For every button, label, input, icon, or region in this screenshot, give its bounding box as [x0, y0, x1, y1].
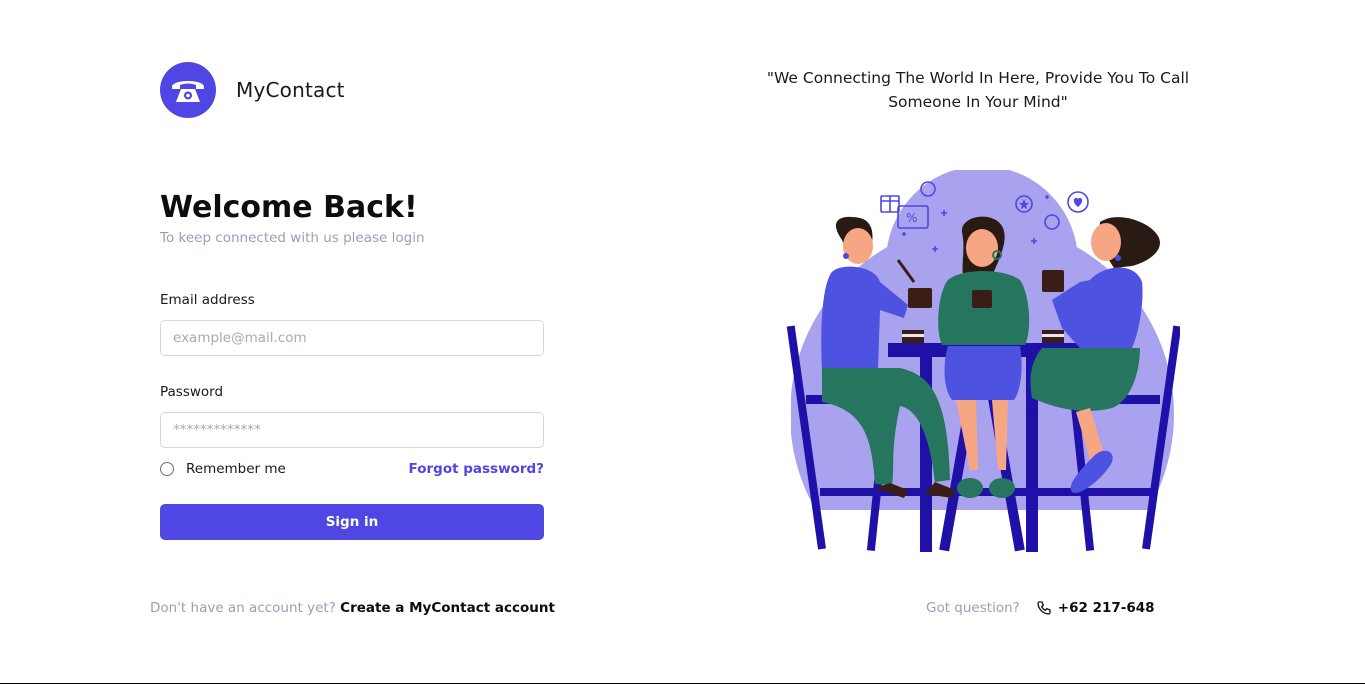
remember-me-checkbox[interactable]: Remember me	[160, 461, 286, 477]
email-label: Email address	[160, 292, 255, 308]
brand-logo	[160, 62, 216, 118]
brand: MyContact	[160, 62, 345, 118]
telephone-icon	[172, 81, 204, 102]
create-account-link[interactable]: Create a MyContact account	[340, 600, 555, 616]
signup-prompt-row: Don't have an account yet? Create a MyCo…	[150, 600, 555, 616]
signup-prompt-text: Don't have an account yet?	[150, 600, 336, 616]
remember-me-label: Remember me	[186, 461, 286, 477]
sign-in-button[interactable]: Sign in	[160, 504, 544, 540]
cafe-illustration: %	[780, 170, 1180, 555]
background-mask-bottom	[780, 510, 1180, 555]
page-subtitle: To keep connected with us please login	[160, 230, 425, 246]
phone-icon	[1036, 600, 1052, 616]
svg-text:%: %	[906, 211, 917, 225]
phone-number[interactable]: +62 217-648	[1058, 600, 1155, 616]
email-field[interactable]	[160, 320, 544, 356]
background-mask	[780, 170, 791, 555]
page-title: Welcome Back!	[160, 190, 418, 225]
password-label: Password	[160, 384, 224, 400]
contact-row: Got question? +62 217-648	[926, 600, 1155, 616]
question-text: Got question?	[926, 600, 1020, 616]
remember-me-radio[interactable]	[160, 462, 174, 476]
tagline-quote: "We Connecting The World In Here, Provid…	[766, 69, 1190, 111]
forgot-password-link[interactable]: Forgot password?	[398, 461, 544, 477]
password-field[interactable]	[160, 412, 544, 448]
brand-name: MyContact	[236, 78, 345, 102]
